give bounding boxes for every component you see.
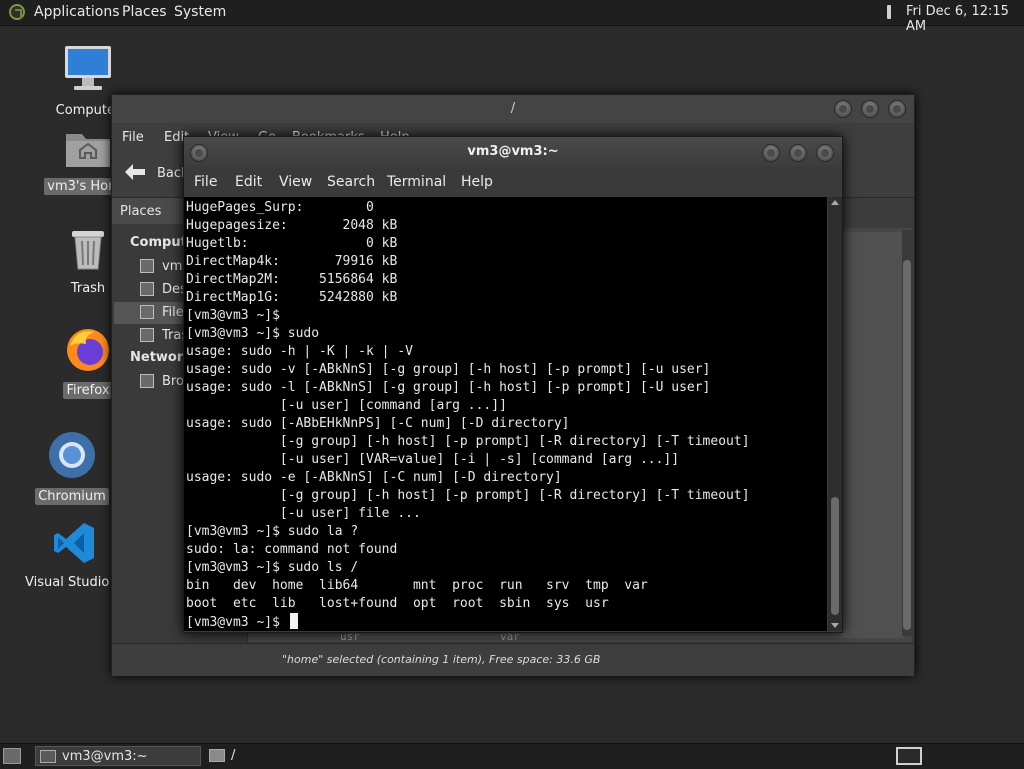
- terminal-line: boot etc lib lost+found opt root sbin sy…: [186, 596, 609, 611]
- distro-logo-icon[interactable]: [9, 4, 25, 20]
- menu-file[interactable]: File: [122, 130, 144, 145]
- terminal-line: usage: sudo -v [-ABkNnS] [-g group] [-h …: [186, 362, 711, 377]
- terminal-titlebar[interactable]: vm3@vm3:~: [184, 137, 842, 167]
- desktop-icon-chromium[interactable]: Chromium: [22, 430, 122, 505]
- computer-icon: [38, 44, 138, 98]
- terminal-line: bin dev home lib64 mnt proc run srv tmp …: [186, 578, 648, 593]
- trash-icon: [140, 328, 154, 342]
- window-title: /: [510, 101, 516, 116]
- terminal-line: DirectMap2M: 5156864 kB: [186, 272, 398, 287]
- clock[interactable]: Fri Dec 6, 12:15 AM: [906, 4, 1024, 34]
- terminal-menubar: File Edit View Search Terminal Help: [184, 167, 842, 197]
- terminal-icon: [40, 750, 56, 763]
- window-title: vm3@vm3:~: [467, 144, 559, 159]
- taskbar-item-file-manager[interactable]: /: [205, 746, 365, 766]
- terminal-line: Hugepagesize: 2048 kB: [186, 218, 398, 233]
- text-cursor: [289, 613, 298, 629]
- menu-search[interactable]: Search: [327, 174, 375, 190]
- applications-menu[interactable]: Applications: [34, 4, 120, 20]
- terminal-line: [-u user] [VAR=value] [-i | -s] [command…: [279, 452, 680, 467]
- terminal-line: DirectMap1G: 5242880 kB: [186, 290, 398, 305]
- close-button[interactable]: [816, 144, 834, 162]
- scroll-up-arrow-icon[interactable]: [831, 200, 839, 205]
- status-bar: "home" selected (containing 1 item), Fre…: [112, 643, 914, 676]
- terminal-line: usage: sudo -e [-ABkNnS] [-C num] [-D di…: [186, 470, 562, 485]
- workspace-switcher[interactable]: [896, 747, 922, 765]
- drive-icon: [140, 305, 154, 319]
- scrollbar-thumb[interactable]: [831, 497, 839, 615]
- menu-edit[interactable]: Edit: [235, 174, 262, 190]
- terminal-line: [-u user] file ...: [279, 506, 421, 521]
- close-button[interactable]: [888, 100, 906, 118]
- back-arrow-icon[interactable]: [124, 163, 146, 181]
- menu-view[interactable]: View: [279, 174, 312, 190]
- terminal-line: HugePages_Surp: 0: [186, 200, 374, 215]
- menu-file[interactable]: File: [194, 174, 217, 190]
- terminal-line: sudo: la: command not found: [186, 542, 398, 557]
- terminal-output[interactable]: HugePages_Surp: 0 Hugepagesize: 2048 kB …: [184, 197, 827, 631]
- bottom-panel: vm3@vm3:~ /: [0, 743, 1024, 769]
- menu-terminal[interactable]: Terminal: [387, 174, 446, 190]
- terminal-history: HugePages_Surp: 0 Hugepagesize: 2048 kB …: [186, 200, 750, 611]
- folder-icon: [209, 749, 225, 762]
- home-icon: [140, 259, 154, 273]
- terminal-line: DirectMap4k: 79916 kB: [186, 254, 398, 269]
- system-menu[interactable]: System: [174, 4, 226, 20]
- terminal-prompt: [vm3@vm3 ~]$: [186, 615, 288, 630]
- terminal-line: usage: sudo -h | -K | -k | -V: [186, 344, 413, 359]
- file-view-scrollbar[interactable]: [902, 230, 912, 636]
- chromium-icon: [22, 430, 122, 484]
- places-menu[interactable]: Places: [122, 4, 167, 20]
- terminal-window: vm3@vm3:~ File Edit View Search Terminal…: [183, 136, 843, 633]
- terminal-line: usage: sudo [-ABbEHkNnPS] [-C num] [-D d…: [186, 416, 570, 431]
- desktop-icon: [140, 282, 154, 296]
- terminal-line: [vm3@vm3 ~]$: [186, 308, 280, 323]
- maximize-button[interactable]: [789, 144, 807, 162]
- terminal-line: [vm3@vm3 ~]$ sudo ls /: [186, 560, 359, 575]
- scrollbar-thumb[interactable]: [903, 260, 911, 630]
- minimize-button[interactable]: [834, 100, 852, 118]
- show-desktop-icon[interactable]: [3, 748, 21, 764]
- menu-help[interactable]: Help: [461, 174, 493, 190]
- scroll-down-arrow-icon[interactable]: [831, 623, 839, 628]
- file-manager-titlebar[interactable]: /: [112, 95, 914, 123]
- terminal-line: [vm3@vm3 ~]$ sudo: [186, 326, 320, 341]
- maximize-button[interactable]: [861, 100, 879, 118]
- terminal-line: Hugetlb: 0 kB: [186, 236, 398, 251]
- terminal-line: usage: sudo -l [-ABkNnS] [-g group] [-h …: [186, 380, 711, 395]
- top-panel: Applications Places System Fri Dec 6, 12…: [0, 0, 1024, 34]
- terminal-line: [-u user] [command [arg ...]]: [279, 398, 507, 413]
- terminal-line: [-g group] [-h host] [-p prompt] [-R dir…: [279, 488, 750, 503]
- terminal-scrollbar[interactable]: [828, 197, 842, 631]
- network-icon: [140, 374, 154, 388]
- terminal-line: [-g group] [-h host] [-p prompt] [-R dir…: [279, 434, 750, 449]
- terminal-line: [vm3@vm3 ~]$ sudo la ?: [186, 524, 359, 539]
- terminal-text: HugePages_Surp: 0 Hugepagesize: 2048 kB …: [184, 197, 827, 631]
- panel-separator-icon: [887, 5, 891, 19]
- minimize-button[interactable]: [762, 144, 780, 162]
- taskbar-item-terminal[interactable]: vm3@vm3:~: [35, 746, 201, 766]
- status-text: "home" selected (containing 1 item), Fre…: [282, 653, 601, 666]
